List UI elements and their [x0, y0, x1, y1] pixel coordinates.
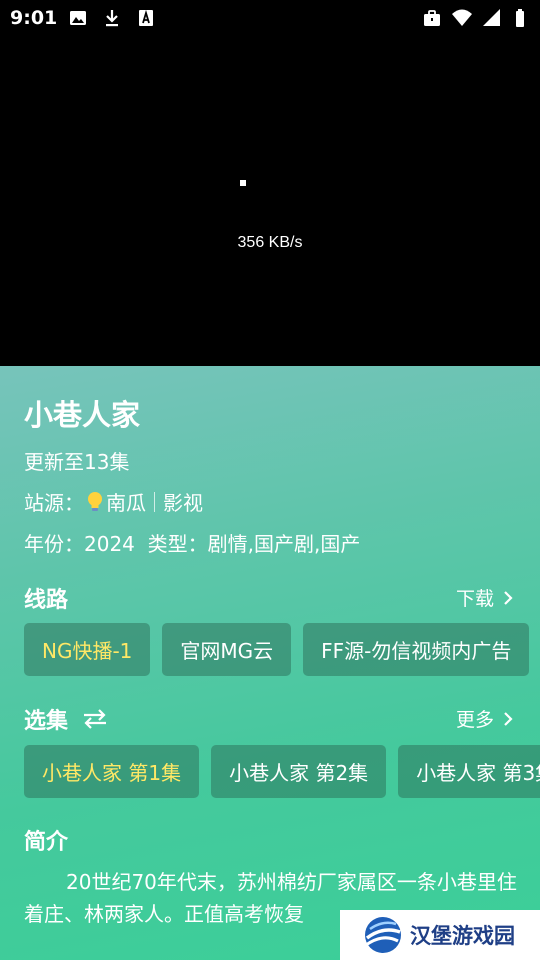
- status-bar: 9:01: [0, 0, 540, 36]
- watermark-text: 汉堡游戏园: [410, 923, 515, 948]
- signal-icon: [483, 9, 500, 26]
- line-chip-3[interactable]: FF源-勿信视频内广告: [303, 623, 530, 676]
- lines-list: NG快播-1 官网MG云 FF源-勿信视频内广告: [24, 623, 530, 676]
- system-icons: [422, 8, 532, 28]
- meta-info: 年份：2024 类型：剧情,国产剧,国产: [24, 528, 360, 557]
- meta-text: 年份：2024 类型：剧情,国产剧,国产: [24, 532, 361, 556]
- episode-chip-3[interactable]: 小巷人家 第3集: [398, 745, 540, 798]
- download-button[interactable]: 下载: [456, 584, 514, 611]
- download-icon: [106, 10, 118, 27]
- lightbulb-icon: [88, 491, 102, 511]
- loading-indicator: [240, 180, 246, 186]
- show-title: 小巷人家: [24, 398, 141, 432]
- episode-chip-2[interactable]: 小巷人家 第2集: [211, 745, 387, 798]
- swap-order-icon[interactable]: [82, 708, 108, 730]
- notification-icons: [68, 8, 156, 28]
- site-logo-icon: [365, 917, 401, 953]
- source-label: 站源：: [24, 491, 84, 515]
- lines-heading-label: 线路: [24, 588, 69, 613]
- line-chip-1[interactable]: NG快播-1: [24, 623, 151, 676]
- chevron-right-icon: [504, 590, 513, 605]
- status-time: 9:01: [10, 7, 58, 29]
- battery-icon: [516, 9, 524, 27]
- line-chip-2[interactable]: 官网MG云: [162, 623, 292, 676]
- font-icon: [139, 9, 153, 26]
- episode-chip-1[interactable]: 小巷人家 第1集: [24, 745, 200, 798]
- download-label: 下载: [455, 588, 494, 610]
- network-speed: 356 KB/s: [237, 234, 303, 251]
- intro-heading: 简介: [24, 824, 68, 856]
- source-row: 站源： 南瓜 影视: [24, 487, 203, 516]
- divider: [154, 491, 155, 512]
- wifi-icon: [452, 9, 472, 26]
- source-name[interactable]: 南瓜: [106, 487, 146, 516]
- chevron-right-icon: [504, 711, 513, 726]
- update-status: 更新至13集: [24, 450, 130, 474]
- video-player[interactable]: 356 KB/s: [0, 36, 540, 366]
- watermark: 汉堡游戏园: [340, 910, 540, 960]
- intro-heading-label: 简介: [24, 830, 69, 855]
- more-label: 更多: [455, 709, 494, 731]
- lines-heading: 线路: [24, 582, 68, 614]
- detail-panel: 小巷人家 更新至13集 站源： 南瓜 影视 年份：2024 类型：剧情,国产剧,…: [0, 366, 540, 960]
- source-suffix: 影视: [163, 491, 203, 515]
- image-icon: [70, 11, 86, 25]
- episodes-heading: 选集: [24, 703, 108, 735]
- episodes-list: 小巷人家 第1集 小巷人家 第2集 小巷人家 第3集: [24, 745, 540, 798]
- briefcase-icon: [424, 10, 440, 26]
- episodes-heading-label: 选集: [24, 709, 69, 734]
- more-episodes-button[interactable]: 更多: [456, 705, 514, 732]
